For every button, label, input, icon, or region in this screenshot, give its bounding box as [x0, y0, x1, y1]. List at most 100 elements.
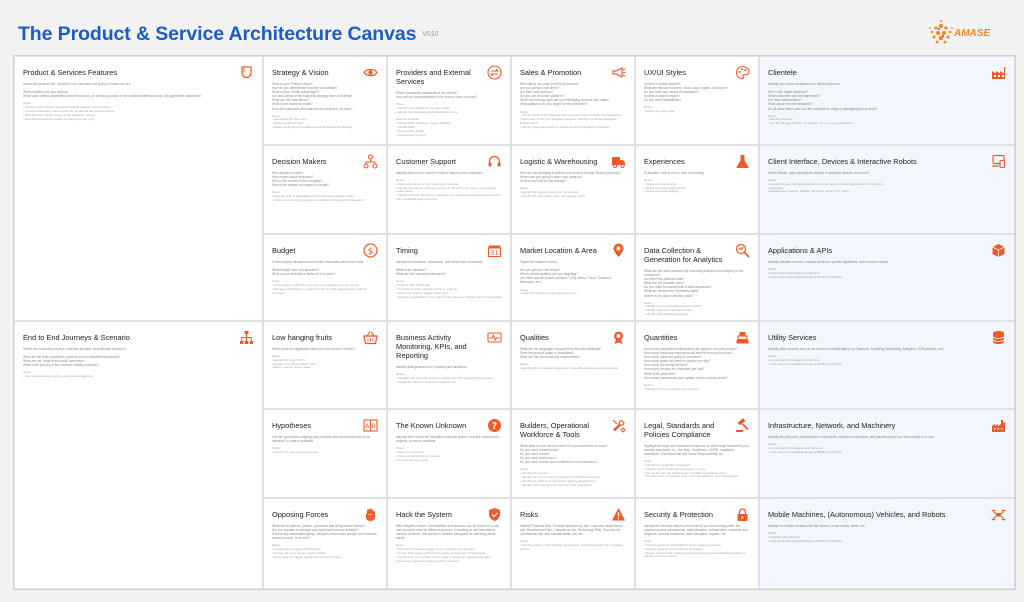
cell-title: Product & Services Features — [23, 68, 118, 77]
cell-description: Target the market to serve. Are you goin… — [520, 260, 612, 285]
cell-notes: Notes • List all used Technology and Ser… — [768, 267, 843, 279]
cell-description: Highlight the legal and standard complia… — [644, 444, 749, 457]
eye-icon — [363, 65, 378, 80]
cell-description: What are the data collected (by recordin… — [644, 269, 744, 298]
pin-icon — [611, 243, 626, 258]
headset-icon — [487, 154, 502, 169]
cell-description: Collect project allocation and provide i… — [272, 260, 365, 277]
cell-budget: Budget $ Collect project allocation and pr… — [263, 234, 387, 321]
lock-icon — [735, 507, 750, 522]
cell-notes: Notes • Identify the user interface/expe… — [768, 178, 883, 194]
ab-icon: AB — [363, 418, 378, 433]
cell-notes: Notes • Loyalty being unique brand barri… — [272, 543, 341, 559]
gavel-icon — [735, 418, 750, 433]
cell-notes: Notes • Focus on the business and techno… — [23, 101, 115, 121]
cell-notes: Notes • Identify the right 'FTFO' • Crea… — [272, 354, 316, 370]
flask-icon — [735, 154, 750, 169]
version-label: V010 — [422, 31, 439, 39]
shield-icon — [487, 507, 502, 522]
cell-notes: Notes • Product Plan, Roadmap • Constrai… — [396, 279, 502, 299]
badge-icon — [611, 330, 626, 345]
pulse-icon — [487, 330, 502, 345]
cell-notes: Notes • Have a clear method for scenario… — [272, 279, 367, 295]
svg-text:A: A — [365, 423, 370, 430]
cell-hack: Hack the System Risk mitigation where vul… — [387, 498, 511, 589]
cell-description: Identify Financial Risk, Provider depend… — [520, 524, 623, 537]
cell-clientiface: Client Interface, Devices & Interactive … — [759, 145, 1015, 234]
database-icon — [991, 330, 1006, 345]
cell-description: Which Mobile, apps and Mobile devices or… — [768, 171, 870, 175]
cell-title: End to End Journeys & Scenario — [23, 333, 130, 342]
cell-mobile: Mobile Machines, (Autonomous) Vehicles, … — [759, 498, 1015, 589]
cell-apps: Applications & APIs Identify software ser… — [759, 234, 1015, 321]
cell-notes: Notes • Discover unintended usage of you… — [396, 543, 492, 563]
cell-qualities: Qualities What are the languages supporte… — [511, 321, 635, 409]
cell-description: Risk mitigation where vulnerabilities an… — [396, 524, 500, 541]
cell-legal: Legal, Standards and Policies Compliance… — [635, 409, 759, 498]
plant-icon — [991, 418, 1006, 433]
cell-datacollect: Data Collection & Generation for Analyti… — [635, 234, 759, 321]
page-title: The Product & Service Architecture Canva… — [18, 23, 439, 45]
cell-notes: Notes • List all used Technologies and S… — [768, 442, 843, 454]
cell-lowhanging: Low hanging fruits Which products signifi… — [263, 321, 387, 409]
cell-description: Identify utility services such as for se… — [768, 347, 945, 351]
cell-description: Define the customer journeys, business j… — [23, 347, 127, 368]
svg-text:?: ? — [492, 421, 498, 432]
cell-description: Shows the product line. Describe how cus… — [23, 82, 202, 99]
cell-notes: Notes • Use-case modeling, journey, and … — [23, 370, 94, 379]
cell-description: Identify data generated for reporting an… — [396, 365, 468, 369]
cell-description: How are you planning to deliver your pro… — [520, 171, 621, 184]
header: The Product & Service Architecture Canva… — [0, 0, 1024, 54]
cell-description: Identify your direct customers and defin… — [768, 82, 878, 111]
hierarchy-icon — [239, 330, 254, 345]
cell-notes: Notes • Identify contributors for the va… — [396, 102, 458, 137]
cell-title: Utility Services — [768, 333, 817, 342]
box-icon — [991, 243, 1006, 258]
cell-description: Which companies participate in the servi… — [396, 91, 477, 100]
cell-description: Identify the mobile infrastructure like … — [768, 524, 866, 528]
cell-notes: Notes • Identify what's standard feature… — [520, 362, 619, 371]
cell-notes: Notes • Outlines potential vulnerabiliti… — [644, 539, 747, 559]
cell-clientele: Clientele Identify your direct customers … — [759, 56, 1015, 145]
cell-journeys: End to End Journeys & Scenario Define the… — [14, 321, 263, 589]
cell-title: Mobile Machines, (Autonomous) Vehicles, … — [768, 510, 946, 519]
cell-opposing: Opposing Forces What will be actions, pol… — [263, 498, 387, 589]
cell-risks: Risks Identify Financial Risk, Provider d… — [511, 498, 635, 589]
cell-quantities: Quantities How many transactions/interact… — [635, 321, 759, 409]
cell-security: Security & Protection Identify the Securi… — [635, 498, 759, 589]
cell-description: What skills do you need to build? Do you… — [520, 444, 609, 465]
calendar-icon: 31 — [487, 243, 502, 258]
svg-text:31: 31 — [490, 249, 498, 257]
hand-icon — [363, 507, 378, 522]
cell-notes: Notes • Description for the vision • Mar… — [272, 113, 352, 130]
warning-icon — [611, 507, 626, 522]
factory-icon — [991, 65, 1006, 80]
money-icon: $ — [363, 243, 378, 258]
cell-description: Identify software services, custom solut… — [768, 260, 889, 264]
cell-timing: Timing 31 Identify the deadlines, mileston… — [387, 234, 511, 321]
cell-description: Identify the deadlines, milestones, and … — [396, 260, 484, 277]
cell-hypotheses: Hypotheses A B List the hypotheses shaping … — [263, 409, 387, 498]
cell-market: Market Location & Area Target the market … — [511, 234, 635, 321]
basket-icon — [363, 330, 378, 345]
canvas-board: Product & Services Features Shows the pro… — [13, 55, 1016, 590]
question-icon: ? — [487, 418, 502, 433]
cell-builders: Builders, Operational Workforce & Tools W… — [511, 409, 635, 498]
cell-logistics: Logistic & Warehousing How are you planni… — [511, 145, 635, 234]
cell-notes: Notes • Describe who is associated with … — [272, 190, 365, 202]
palette-icon — [735, 65, 750, 80]
cell-notes: Notes • Identify which of the channels w… — [520, 109, 622, 129]
cell-description: How many transactions/interactions are g… — [644, 347, 738, 380]
cell-notes: Notes • List all used Technology and Ser… — [768, 354, 843, 366]
svg-text:B: B — [372, 423, 376, 430]
cell-notes: Notes • Determine where you are planning… — [520, 287, 577, 296]
cell-notes: Notes • Identify the services • Identify… — [520, 467, 600, 487]
cell-utility: Utility Services Identify utility service… — [759, 321, 1015, 409]
cell-description: What is your Product vision? How do you … — [272, 82, 353, 111]
exchange-icon — [487, 65, 502, 80]
org-icon — [363, 154, 378, 169]
cell-notes: Notes • Suitable Data Services • Look at… — [768, 531, 843, 543]
cell-notes: Notes • Establish the required method to… — [396, 372, 494, 384]
cell-support: Customer Support Identify what is to be u… — [387, 145, 511, 234]
cell-notes: Notes • Identify reports and data import… — [644, 300, 703, 317]
